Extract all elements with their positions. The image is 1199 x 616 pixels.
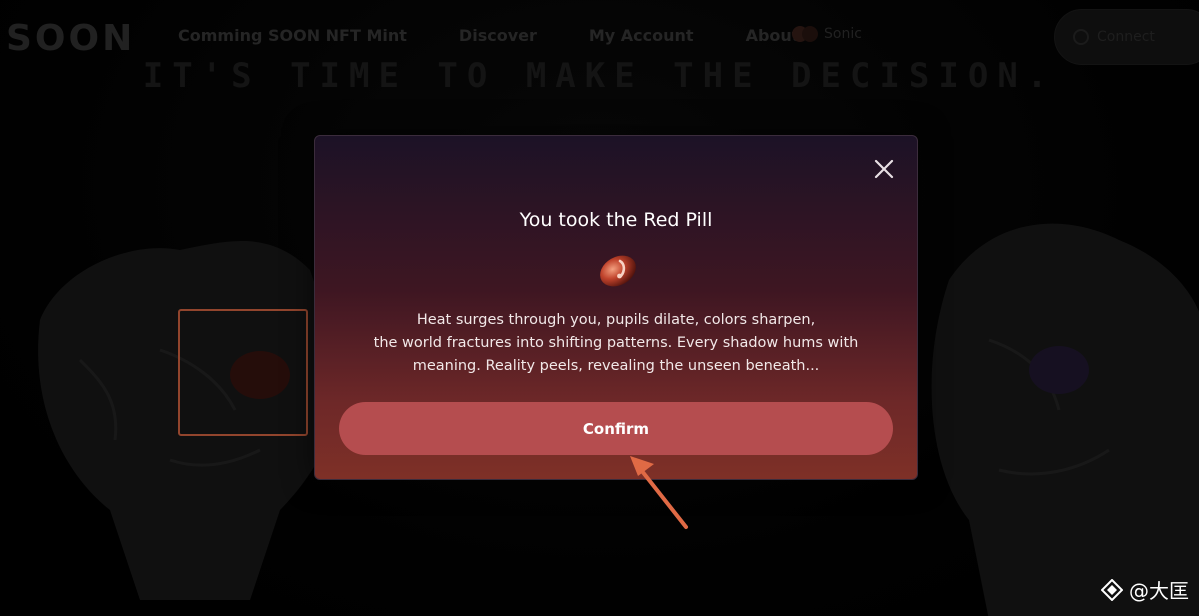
diamond-logo-icon [1101, 578, 1123, 601]
modal-title: You took the Red Pill [519, 209, 713, 231]
modal-body-line: the world fractures into shifting patter… [373, 335, 859, 351]
red-pill-modal: You took the Red Pill Heat surges throug… [314, 135, 918, 480]
modal-body-line: Heat surges through you, pupils dilate, … [416, 312, 816, 328]
modal-body-line: meaning. Reality peels, revealing the un… [412, 358, 820, 374]
confirm-button[interactable]: Confirm [339, 402, 893, 455]
close-icon[interactable] [873, 158, 895, 180]
watermark: @大匡 [1101, 575, 1189, 604]
annotation-arrow-icon [630, 456, 688, 529]
watermark-handle: @大匡 [1129, 579, 1189, 603]
modal-body-text: Heat surges through you, pupils dilate, … [315, 309, 917, 378]
red-pill-icon [600, 255, 636, 287]
